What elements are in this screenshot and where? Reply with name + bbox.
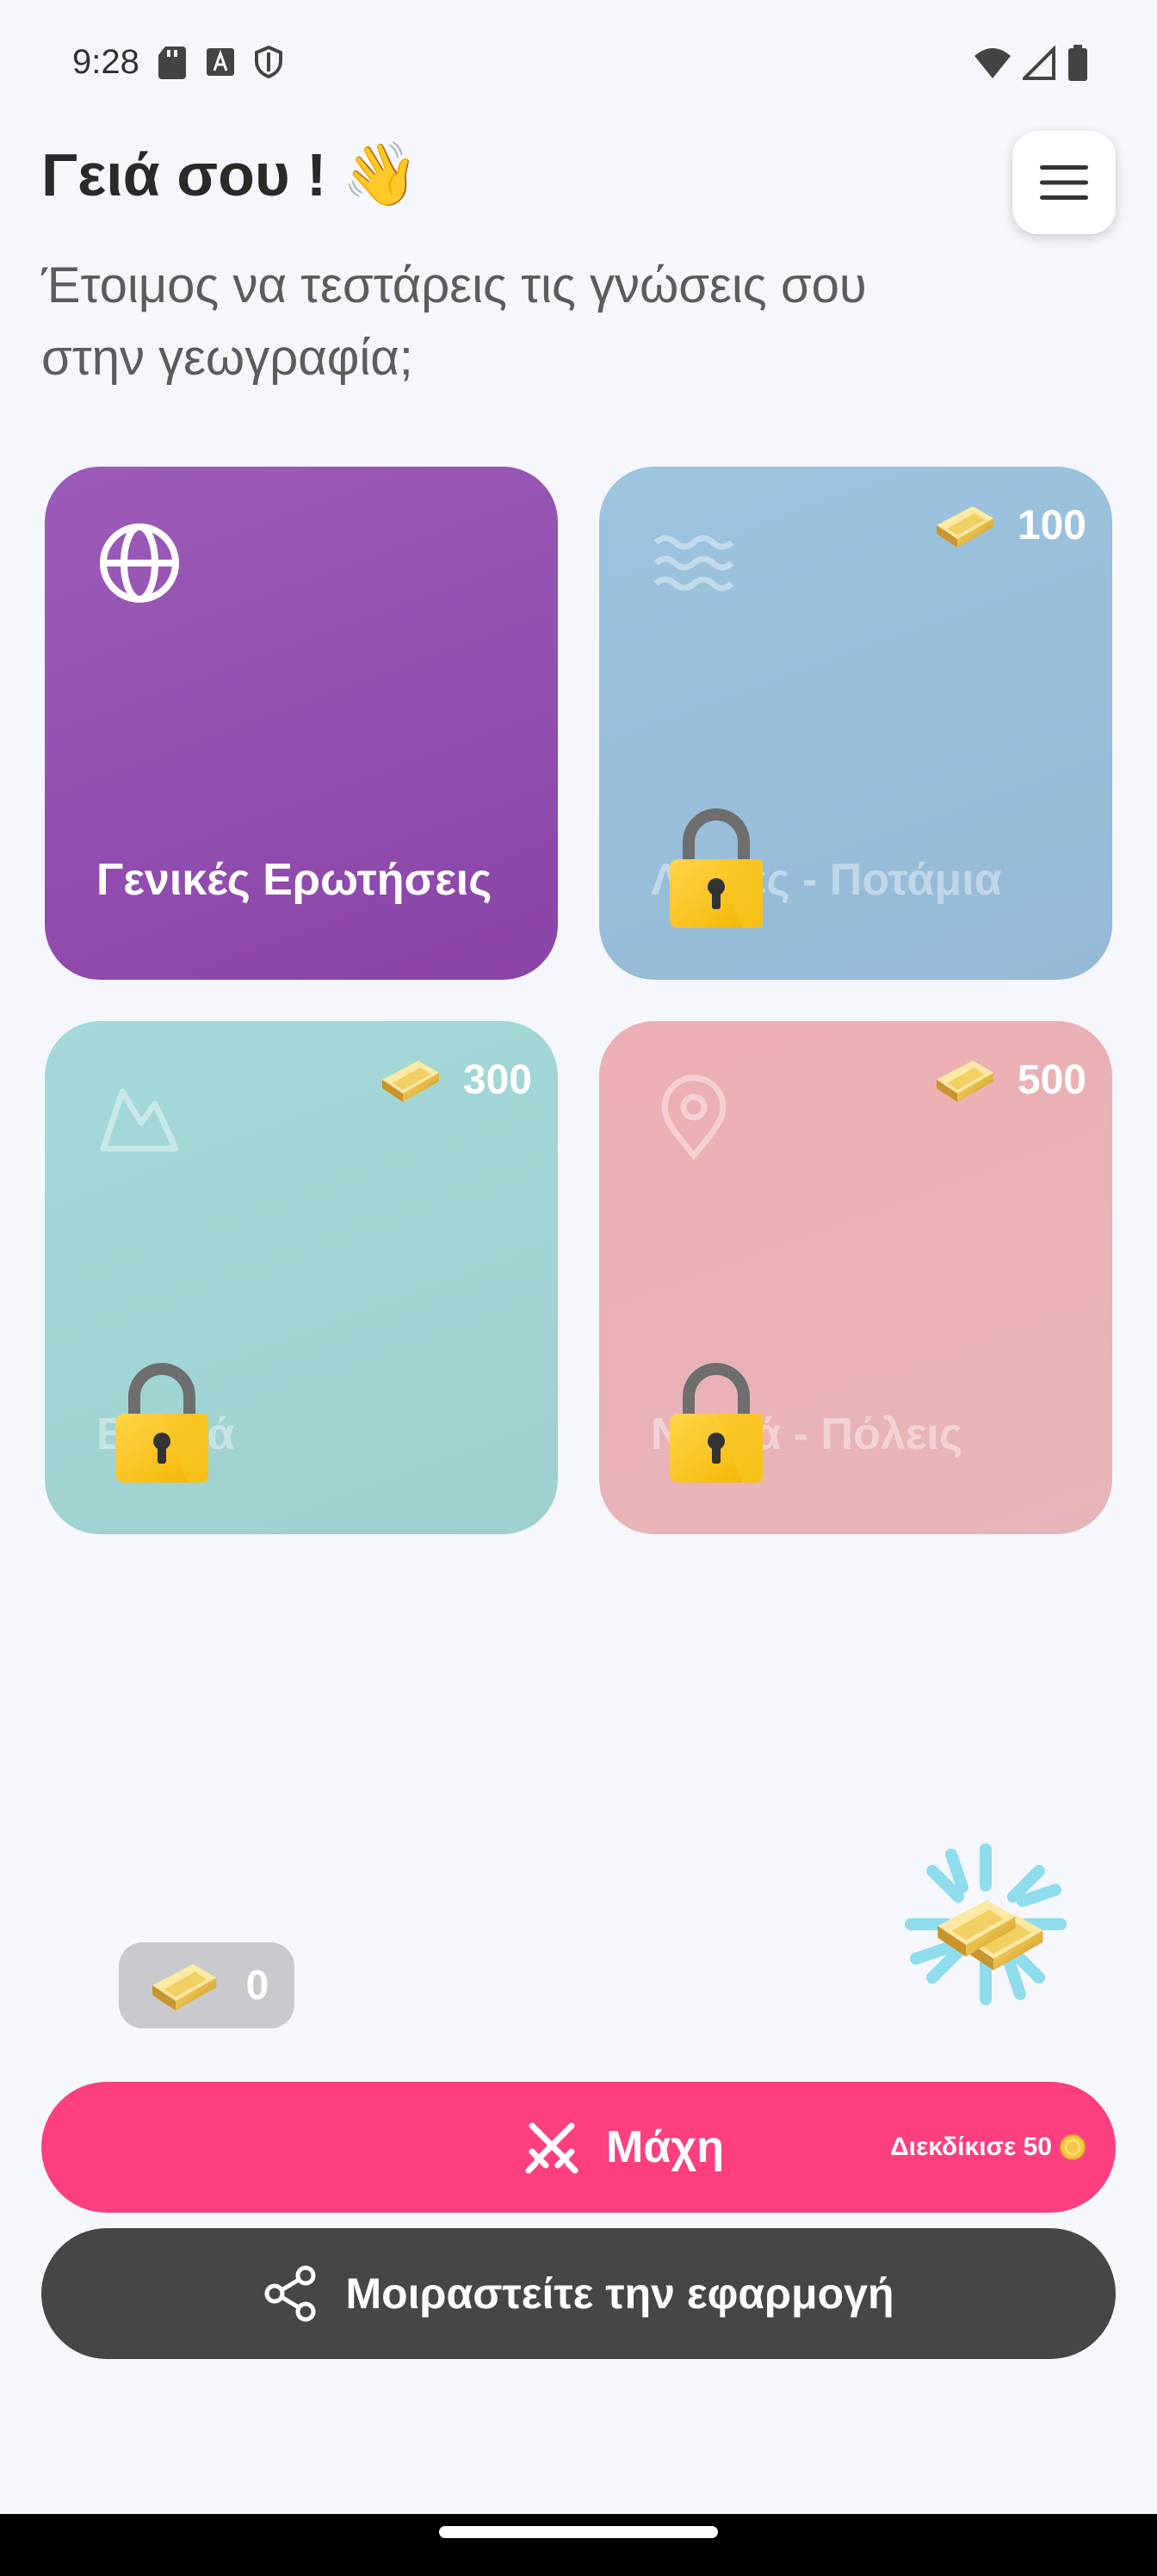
status-icons-right	[973, 45, 1088, 81]
wave-emoji: 👋	[342, 140, 420, 209]
status-time: 9:28	[72, 43, 139, 81]
crossed-swords-icon	[525, 2122, 578, 2174]
signal-icon	[1023, 46, 1055, 80]
greeting-subtitle: Έτοιμος να τεστάρεις τις γνώσεις σου στη…	[41, 257, 867, 386]
category-label: Γενικές Ερωτήσεις	[96, 855, 492, 905]
share-app-button[interactable]: Μοιραστείτε την εφαρμογή	[41, 2228, 1116, 2359]
price-tag: 100	[930, 499, 1086, 551]
price-value: 500	[1017, 1056, 1086, 1103]
share-icon	[264, 2265, 316, 2322]
padlock-icon	[665, 802, 768, 932]
sd-card-icon	[158, 46, 186, 79]
battle-button-content: Μάχη	[523, 2082, 724, 2213]
padlock-icon	[665, 1357, 768, 1486]
coin-balance-badge: 0	[119, 1942, 294, 2028]
home-indicator[interactable]	[439, 2526, 718, 2538]
greeting-text: Γειά σου !	[41, 140, 327, 208]
gold-bars-reward-icon[interactable]	[904, 1842, 1067, 2006]
price-value: 100	[1017, 502, 1086, 548]
category-card-lakes-rivers[interactable]: 100 Λίμνες - Ποτάμια	[599, 467, 1112, 980]
price-value: 300	[462, 1056, 532, 1103]
menu-button[interactable]	[1012, 131, 1116, 234]
waves-icon	[653, 535, 734, 591]
battle-claim-text: Διεκδίκισε 50	[890, 2133, 1052, 2161]
gold-bar-icon	[930, 499, 999, 551]
category-card-general[interactable]: Γενικές Ερωτήσεις	[45, 467, 558, 980]
gold-bar-icon	[930, 1054, 999, 1105]
mountain-icon	[100, 1088, 179, 1152]
globe-icon	[100, 523, 179, 603]
price-tag: 300	[375, 1054, 532, 1105]
gold-bar-icon	[375, 1054, 444, 1105]
hamburger-menu-icon	[1040, 165, 1088, 200]
battery-icon	[1068, 45, 1087, 81]
font-a-icon	[207, 48, 234, 76]
battle-button[interactable]: Μάχη Διεκδίκισε 50	[41, 2082, 1116, 2213]
battle-label: Μάχη	[606, 2122, 724, 2172]
wifi-icon	[974, 48, 1011, 78]
coin-icon	[1060, 2134, 1086, 2160]
status-bar: 9:28	[0, 0, 1157, 129]
share-label: Μοιραστείτε την εφαρμογή	[345, 2269, 894, 2318]
category-card-islands-cities[interactable]: 500 Νησιά - Πόλεις	[599, 1021, 1112, 1534]
coin-balance-value: 0	[245, 1962, 269, 2009]
battle-claim: Διεκδίκισε 50	[890, 2082, 1086, 2213]
category-card-mountains[interactable]: 300 Βουνά	[45, 1021, 558, 1534]
greeting-title: Γειά σου ! 👋	[41, 138, 419, 211]
location-pin-icon	[661, 1074, 727, 1161]
price-tag: 500	[930, 1054, 1086, 1105]
padlock-icon	[110, 1357, 213, 1486]
system-nav-bar	[0, 2514, 1157, 2576]
status-icons-left	[157, 45, 284, 79]
gold-bar-icon	[145, 1956, 222, 2015]
shield-icon	[255, 45, 282, 79]
